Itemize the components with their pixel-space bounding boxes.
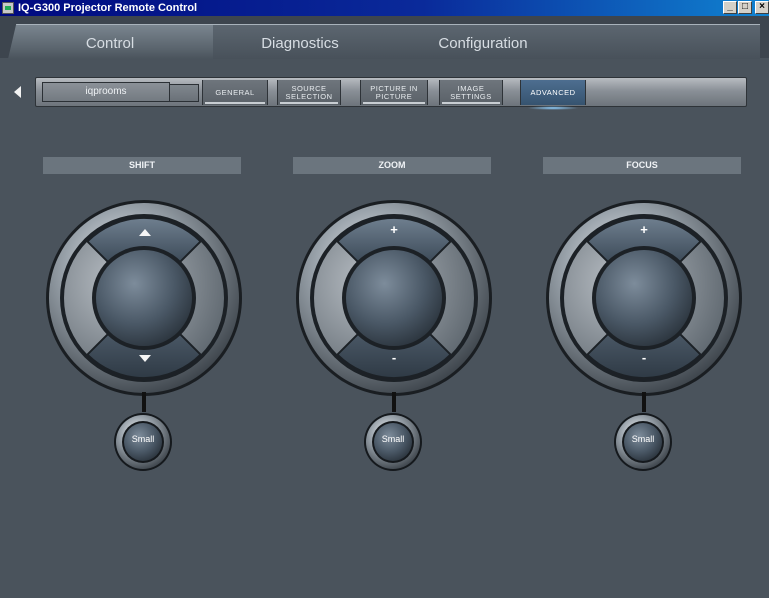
zoom-center-button[interactable]: [354, 258, 434, 338]
focus-stem: [642, 392, 646, 412]
tab-filler: [570, 24, 760, 59]
shift-up-button[interactable]: [109, 216, 179, 260]
shift-small-button[interactable]: Small: [113, 412, 173, 472]
zoom-out-button[interactable]: [359, 336, 429, 380]
focus-minus-button[interactable]: [609, 336, 679, 380]
zoom-title: ZOOM: [293, 157, 491, 174]
nav-picture-in-picture[interactable]: PICTURE IN PICTURE: [360, 80, 428, 105]
nav-advanced[interactable]: ADVANCED: [520, 80, 586, 110]
zoom-small-button[interactable]: Small: [363, 412, 423, 472]
zoom-in-button[interactable]: [359, 216, 429, 260]
focus-title: FOCUS: [543, 157, 741, 174]
nav-general-label: GENERAL: [215, 87, 255, 97]
app-icon: [2, 2, 14, 14]
triangle-up-icon: [139, 229, 151, 236]
nav-source-selection[interactable]: SOURCE SELECTION: [277, 80, 341, 105]
shift-title: SHIFT: [43, 157, 241, 174]
focus-dial: + -: [544, 198, 744, 398]
tab-diagnostics-label: Diagnostics: [261, 35, 339, 52]
nav-general[interactable]: GENERAL: [202, 80, 268, 105]
zoom-stem: [392, 392, 396, 412]
zoom-dial: + -: [294, 198, 494, 398]
triangle-down-icon: [139, 355, 151, 362]
nav-advanced-label: ADVANCED: [530, 87, 576, 97]
shift-stem: [142, 392, 146, 412]
minimize-button[interactable]: _: [723, 1, 737, 14]
sub-navigation: iqprooms GENERAL SOURCE SELECTION PICTUR…: [35, 77, 747, 110]
window-title: IQ-G300 Projector Remote Control: [18, 2, 198, 14]
nav-picture-in-picture-label: PICTURE IN PICTURE: [370, 83, 418, 101]
zoom-small-label: Small: [381, 434, 405, 444]
nav-image-settings-label: IMAGE SETTINGS: [450, 83, 492, 101]
close-button[interactable]: ×: [755, 1, 769, 14]
focus-plus-button[interactable]: [609, 216, 679, 260]
focus-small-button[interactable]: Small: [613, 412, 673, 472]
maximize-button[interactable]: □: [738, 1, 752, 14]
shift-small-label: Small: [131, 434, 155, 444]
focus-center-button[interactable]: [604, 258, 684, 338]
nav-source-selection-label: SOURCE SELECTION: [285, 83, 333, 101]
shift-center-button[interactable]: [104, 258, 184, 338]
device-selector[interactable]: iqprooms: [42, 82, 199, 102]
nav-image-settings[interactable]: IMAGE SETTINGS: [439, 80, 503, 105]
shift-dial: [44, 198, 244, 398]
tab-configuration-label: Configuration: [438, 35, 528, 52]
title-bar: IQ-G300 Projector Remote Control _ □ ×: [0, 0, 769, 16]
focus-small-label: Small: [631, 434, 655, 444]
tab-control-label: Control: [85, 35, 135, 52]
chevron-left-icon[interactable]: [14, 86, 21, 98]
window-controls: _ □ ×: [723, 1, 769, 14]
